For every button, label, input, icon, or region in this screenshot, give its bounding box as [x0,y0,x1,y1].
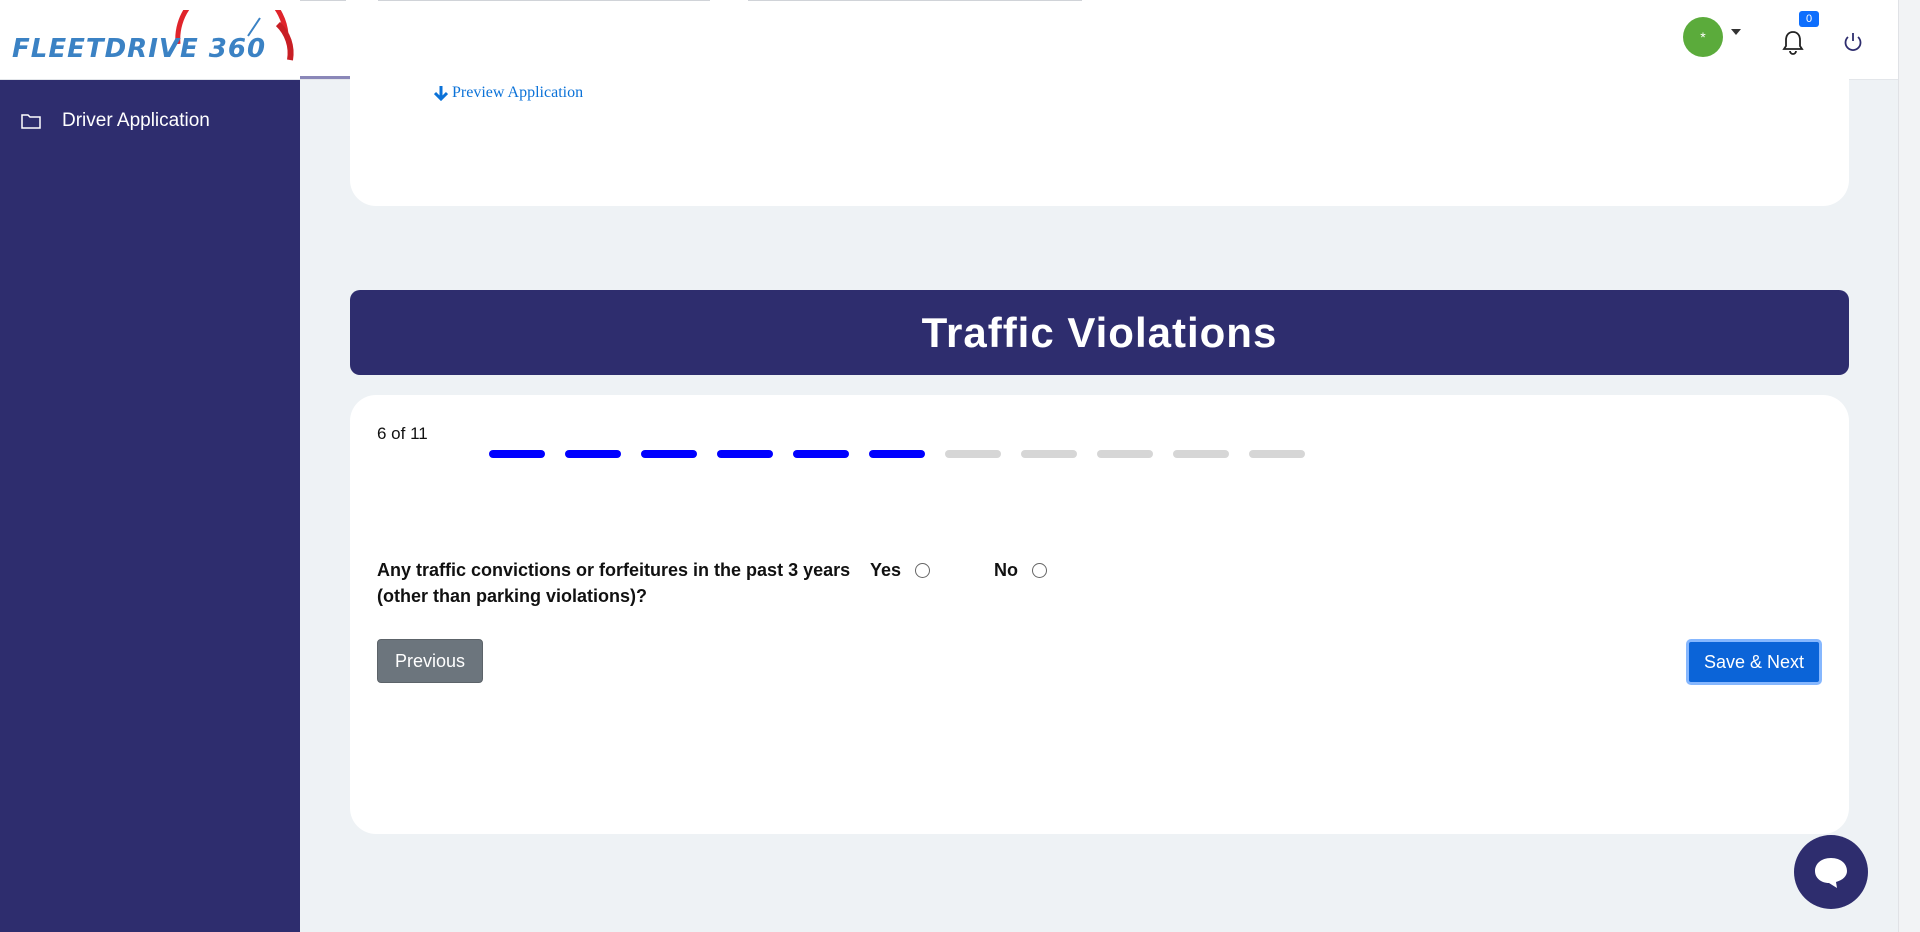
page-scrollbar[interactable] [1898,0,1920,932]
option-no[interactable]: No [994,560,1047,581]
notification-badge: 0 [1799,11,1819,27]
bell-icon[interactable] [1782,28,1804,56]
chat-widget-button[interactable] [1794,835,1868,909]
step-segment-pending [1021,450,1077,458]
sidebar: Driver Application [0,80,300,932]
fleetdrive-logo[interactable]: FLEETDRIVE 360 [8,10,298,70]
preview-link-label: Preview Application [452,84,584,101]
preview-application-link[interactable]: Preview Application [434,84,583,102]
step-segment-complete [717,450,773,458]
user-avatar[interactable]: * [1683,17,1723,57]
step-segment-complete [641,450,697,458]
previous-button[interactable]: Previous [377,639,483,683]
option-yes[interactable]: Yes [870,560,931,581]
chat-bubble-icon [1815,858,1847,888]
step-segment-pending [1173,450,1229,458]
step-segment-complete [793,450,849,458]
step-segment-pending [1249,450,1305,458]
option-yes-label: Yes [870,560,902,580]
folder-icon [21,114,41,129]
arrow-down-icon [434,86,448,101]
step-segment-pending [945,450,1001,458]
step-segment-pending [1097,450,1153,458]
preview-card: Preview Application [350,60,1849,206]
step-segment-complete [565,450,621,458]
section-title: Traffic Violations [921,308,1278,356]
tab-edge [300,0,346,1]
radio-yes[interactable] [915,563,931,578]
tab-edge [378,0,710,1]
avatar-glyph: * [1700,29,1706,45]
power-icon[interactable] [1842,31,1864,53]
step-counter: 6 of 11 [377,424,428,443]
step-segment-complete [489,450,545,458]
radio-no[interactable] [1032,563,1047,578]
option-no-label: No [994,560,1018,580]
sidebar-item-driver-application[interactable]: Driver Application [20,106,210,136]
logo-text: FLEETDRIVE 360 [12,34,267,64]
sidebar-item-label: Driver Application [62,110,210,131]
section-banner: Traffic Violations [350,290,1849,375]
step-progress [489,450,1305,458]
save-next-button[interactable]: Save & Next [1686,639,1822,685]
question-card: 6 of 11 Any traffic convictions or forfe… [350,395,1849,834]
chevron-down-icon[interactable] [1731,29,1741,35]
tab-edge [748,0,1082,1]
step-segment-complete [869,450,925,458]
question-text: Any traffic convictions or forfeitures i… [377,560,851,606]
